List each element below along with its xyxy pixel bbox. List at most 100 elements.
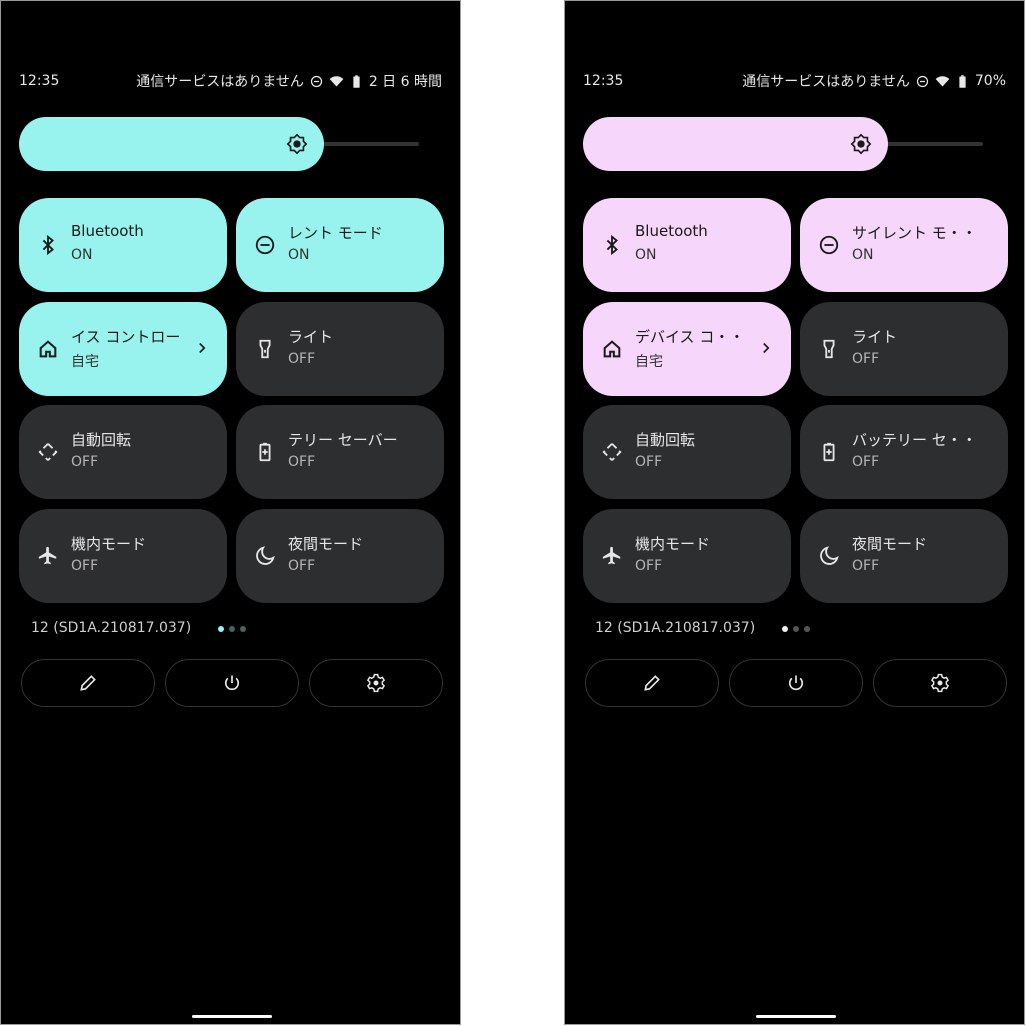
airplane-icon: [602, 546, 621, 564]
page-dot[interactable]: [782, 626, 788, 632]
tile-night-mode[interactable]: 夜間モード OFF: [236, 508, 444, 603]
wifi-icon: [935, 75, 950, 86]
home-handle[interactable]: [756, 1015, 836, 1018]
home-handle[interactable]: [192, 1015, 272, 1018]
edit-button[interactable]: [585, 659, 719, 707]
home-icon: [39, 339, 57, 357]
network-status: 通信サービスはありません: [136, 74, 304, 90]
tile-state: OFF: [71, 454, 99, 470]
tile-title: サイレント モ・・: [852, 224, 977, 242]
slider-fill[interactable]: [19, 117, 325, 171]
tile-state: OFF: [852, 557, 880, 574]
night-mode-icon: [256, 545, 275, 565]
tile-title: 機内モード: [635, 534, 711, 553]
slider-fill[interactable]: [583, 117, 889, 171]
tile-state: OFF: [852, 350, 880, 367]
airplane-icon: [38, 546, 57, 564]
tile-flashlight[interactable]: ライト OFF: [236, 301, 444, 396]
clock: 12:35: [19, 73, 60, 89]
page-dot[interactable]: [229, 626, 235, 632]
home-icon: [603, 339, 621, 357]
tile-state: OFF: [288, 557, 316, 574]
tile-title: ライト: [288, 327, 334, 346]
tile-title: 夜間モード: [852, 534, 928, 553]
tile-auto-rotate[interactable]: 自動回転 OFF: [19, 405, 227, 499]
power-button[interactable]: [729, 659, 863, 707]
tile-state: ON: [635, 247, 657, 263]
power-icon: [224, 675, 240, 691]
do-not-disturb-icon: [819, 235, 839, 255]
pencil-icon: [80, 675, 96, 691]
tile-title: イス コントロー: [71, 327, 181, 346]
tile-auto-rotate[interactable]: 自動回転 OFF: [583, 405, 791, 499]
battery-saver-icon: [823, 442, 835, 462]
tile-state: OFF: [852, 454, 880, 470]
dnd-status-icon: [916, 75, 928, 87]
settings-button[interactable]: [309, 659, 443, 707]
page-indicator[interactable]: [782, 626, 810, 632]
battery-icon: [959, 74, 966, 88]
brightness-icon: [286, 133, 308, 155]
tile-battery-saver[interactable]: バッテリー セ・・ OFF: [800, 405, 1008, 499]
flashlight-icon: [259, 339, 271, 358]
auto-rotate-icon: [602, 443, 622, 461]
wifi-icon: [329, 75, 344, 86]
tile-title: 夜間モード: [288, 534, 364, 553]
tile-title: Bluetooth: [635, 222, 708, 240]
dnd-status-icon: [310, 75, 322, 87]
tile-airplane[interactable]: 機内モード OFF: [583, 508, 791, 603]
tile-state: OFF: [635, 557, 663, 574]
battery-status: 70%: [974, 73, 1006, 89]
page-dot[interactable]: [793, 626, 799, 632]
gear-icon: [930, 673, 950, 693]
tile-title: デバイス コ・・: [635, 327, 745, 346]
tile-state: OFF: [71, 557, 99, 574]
tile-bluetooth[interactable]: Bluetooth ON: [19, 198, 227, 292]
tile-state: ON: [288, 247, 310, 263]
tile-do-not-disturb[interactable]: レント モード ON: [236, 198, 444, 292]
power-button[interactable]: [165, 659, 299, 707]
do-not-disturb-icon: [255, 235, 275, 255]
battery-icon: [353, 74, 360, 88]
tile-state: ON: [852, 247, 874, 263]
tile-airplane[interactable]: 機内モード OFF: [19, 508, 227, 603]
flashlight-icon: [823, 339, 835, 358]
battery-status: 2 日 6 時間: [368, 74, 442, 90]
tile-battery-saver[interactable]: テリー セーバー OFF: [236, 405, 444, 499]
status-bar: 12:35 通信サービスはありません 70%: [583, 71, 1006, 91]
tile-title: Bluetooth: [71, 222, 144, 240]
status-bar: 12:35 通信サービスはありません 2 日 6 時間: [19, 71, 442, 91]
bluetooth-icon: [42, 234, 54, 256]
tile-home[interactable]: デバイス コ・・ 自宅: [583, 301, 791, 396]
tile-night-mode[interactable]: 夜間モード OFF: [800, 508, 1008, 603]
brightness-slider[interactable]: [19, 117, 419, 171]
power-icon: [788, 675, 804, 691]
battery-saver-icon: [259, 442, 271, 462]
tile-title: レント モード: [288, 224, 383, 242]
page-dot[interactable]: [218, 626, 224, 632]
tile-title: テリー セーバー: [288, 431, 398, 449]
chevron-right-icon: [199, 342, 206, 353]
page-indicator[interactable]: [218, 626, 246, 632]
tile-title: 機内モード: [71, 534, 147, 553]
page-dot[interactable]: [240, 626, 246, 632]
build-number: 12 (SD1A.210817.037): [595, 620, 756, 636]
chevron-right-icon: [763, 342, 770, 353]
quick-settings-panel: 12:35 通信サービスはありません 70% Bluetooth ON サイレン…: [564, 0, 1025, 1025]
tile-bluetooth[interactable]: Bluetooth ON: [583, 198, 791, 292]
tile-flashlight[interactable]: ライト OFF: [800, 301, 1008, 396]
page-dot[interactable]: [804, 626, 810, 632]
edit-button[interactable]: [21, 659, 155, 707]
network-status: 通信サービスはありません: [742, 74, 910, 90]
tile-title: 自動回転: [635, 431, 696, 449]
clock: 12:35: [583, 73, 624, 89]
tile-state: ON: [71, 247, 93, 263]
settings-button[interactable]: [873, 659, 1007, 707]
tile-state: OFF: [288, 454, 316, 470]
tile-state: 自宅: [71, 353, 99, 370]
tile-state: OFF: [635, 454, 663, 470]
tile-home[interactable]: イス コントロー 自宅: [19, 301, 227, 396]
tile-do-not-disturb[interactable]: サイレント モ・・ ON: [800, 198, 1008, 292]
pencil-icon: [644, 675, 660, 691]
brightness-slider[interactable]: [583, 117, 983, 171]
